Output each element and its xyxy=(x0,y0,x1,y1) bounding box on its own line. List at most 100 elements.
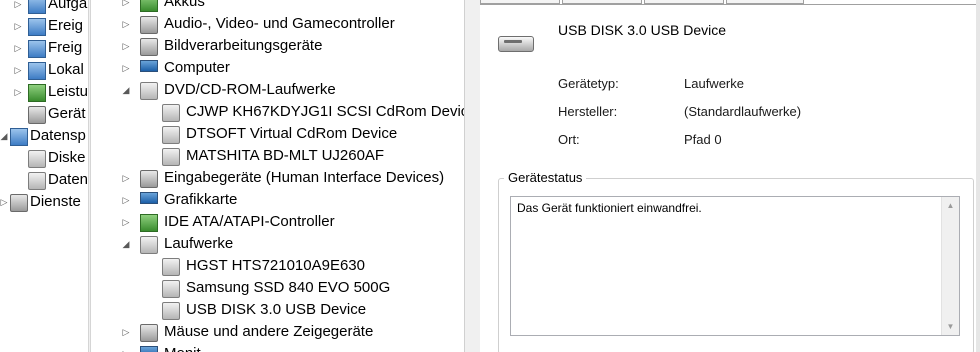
properties-pane: USB DISK 3.0 USB Device Gerätetyp: Laufw… xyxy=(480,0,980,352)
console-tree-item[interactable]: ▷ Aufga xyxy=(0,0,88,15)
device-tree-label: DVD/CD-ROM-Laufwerke xyxy=(164,81,336,98)
console-tree-item[interactable]: Diske xyxy=(0,147,88,169)
expand-arrow-icon[interactable]: ▷ xyxy=(122,0,130,13)
expand-arrow-icon[interactable]: ▷ xyxy=(0,191,8,213)
expand-arrow-icon[interactable]: ▷ xyxy=(122,189,130,211)
device-tree-item[interactable]: ▷ Monit xyxy=(92,343,464,352)
status-scrollbar[interactable]: ▲ ▼ xyxy=(941,197,959,335)
device-tree-item[interactable]: ▷ Grafikkarte xyxy=(92,189,464,211)
device-type-label: Gerätetyp: xyxy=(558,76,619,91)
expand-arrow-icon[interactable]: ▷ xyxy=(122,321,130,343)
device-name: USB DISK 3.0 USB Device xyxy=(558,22,727,38)
device-tree-label: MATSHITA BD-MLT UJ260AF xyxy=(186,147,385,164)
tab-volumes[interactable] xyxy=(644,0,724,4)
console-tree-label: Dienste xyxy=(30,193,81,210)
tab-general[interactable] xyxy=(480,0,560,4)
console-tree-item[interactable]: ▷ Ereig xyxy=(0,15,88,37)
console-tree-item[interactable]: Daten xyxy=(0,169,88,191)
services-icon xyxy=(10,194,28,212)
device-tree-item[interactable]: ▷ Eingabegeräte (Human Interface Devices) xyxy=(92,167,464,189)
expand-arrow-icon[interactable]: ▷ xyxy=(14,37,22,59)
device-tree-item[interactable]: ▷ Audio-, Video- und Gamecontroller xyxy=(92,13,464,35)
expand-arrow-icon[interactable]: ▷ xyxy=(122,57,130,79)
console-tree-item[interactable]: ◢ Datensp xyxy=(0,125,88,147)
expand-arrow-icon[interactable]: ▷ xyxy=(14,81,22,103)
device-tree-pane[interactable]: ▷ Akkus ▷ Audio-, Video- und Gamecontroller… xyxy=(92,0,464,352)
console-tree-item[interactable]: ▷ Dienste xyxy=(0,191,88,213)
pane-splitter[interactable] xyxy=(464,0,480,352)
device-tree-item[interactable]: ▷ Computer xyxy=(92,57,464,79)
console-tree-pane[interactable]: ▷ Aufga ▷ Ereig ▷ Freig ▷ Lokal ▷ Leistu Gerät ◢ Dat… xyxy=(0,0,88,352)
console-tree-item[interactable]: ▷ Leistu xyxy=(0,81,88,103)
cdrom-icon xyxy=(162,104,180,122)
usb-drive-icon xyxy=(498,36,534,52)
computer-icon xyxy=(140,60,158,72)
expand-arrow-icon[interactable]: ▷ xyxy=(122,35,130,57)
device-status-text: Das Gerät funktioniert einwandfrei. xyxy=(517,201,702,215)
console-tree-item[interactable]: Gerät xyxy=(0,103,88,125)
console-tree-item[interactable]: ▷ Lokal xyxy=(0,59,88,81)
device-tree-item[interactable]: ▷ Mäuse und andere Zeigegeräte xyxy=(92,321,464,343)
device-tree-label: Akkus xyxy=(164,0,205,10)
device-tree-label: Mäuse und andere Zeigegeräte xyxy=(164,323,374,340)
tab-strip xyxy=(480,0,980,5)
tab-driver[interactable] xyxy=(726,0,804,4)
device-tree-item[interactable]: Samsung SSD 840 EVO 500G xyxy=(92,277,464,299)
device-tree-item[interactable]: HGST HTS721010A9E630 xyxy=(92,255,464,277)
device-tree-item[interactable]: DTSOFT Virtual CdRom Device xyxy=(92,123,464,145)
device-tree-item[interactable]: CJWP KH67KDYJG1I SCSI CdRom Device xyxy=(92,101,464,123)
collapse-arrow-icon[interactable]: ◢ xyxy=(122,79,130,101)
device-tree-label: Eingabegeräte (Human Interface Devices) xyxy=(164,169,445,186)
device-tree-item[interactable]: ◢ DVD/CD-ROM-Laufwerke xyxy=(92,79,464,101)
console-tree-label: Aufga xyxy=(48,0,88,12)
device-tree-item[interactable]: ▷ Bildverarbeitungsgeräte xyxy=(92,35,464,57)
camera-icon xyxy=(140,38,158,56)
expand-arrow-icon[interactable]: ▷ xyxy=(14,15,22,37)
expand-arrow-icon[interactable]: ▷ xyxy=(122,211,130,233)
collapse-arrow-icon[interactable]: ◢ xyxy=(0,125,8,147)
location-label: Ort: xyxy=(558,132,580,147)
expand-arrow-icon[interactable]: ▷ xyxy=(122,13,130,35)
device-tree-item[interactable]: ▷ IDE ATA/ATAPI-Controller xyxy=(92,211,464,233)
device-tree-item[interactable]: MATSHITA BD-MLT UJ260AF xyxy=(92,145,464,167)
cdrom-icon xyxy=(162,126,180,144)
device-status-textbox[interactable]: Das Gerät funktioniert einwandfrei. ▲ ▼ xyxy=(510,196,960,336)
device-tree-label: Audio-, Video- und Gamecontroller xyxy=(164,15,395,32)
disk-drive-icon xyxy=(162,280,180,298)
expand-arrow-icon[interactable]: ▷ xyxy=(14,59,22,81)
device-tree-label: USB DISK 3.0 USB Device xyxy=(186,301,367,318)
expand-arrow-icon[interactable]: ▷ xyxy=(122,167,130,189)
device-tree-item[interactable]: ▷ Akkus xyxy=(92,0,464,13)
device-tree-label: Computer xyxy=(164,59,230,76)
scroll-up-icon[interactable]: ▲ xyxy=(942,197,959,214)
device-type-value: Laufwerke xyxy=(684,76,744,91)
console-tree-label: Lokal xyxy=(48,61,84,78)
device-tree-label: Grafikkarte xyxy=(164,191,238,208)
device-tree-item[interactable]: ◢ Laufwerke xyxy=(92,233,464,255)
console-tree-label: Freig xyxy=(48,39,83,56)
storage-icon xyxy=(10,128,28,146)
battery-icon xyxy=(140,0,158,12)
expand-arrow-icon[interactable]: ▷ xyxy=(14,0,22,15)
tab-policies[interactable] xyxy=(562,0,642,4)
device-manager-icon xyxy=(28,106,46,124)
device-tree-label: DTSOFT Virtual CdRom Device xyxy=(186,125,398,142)
shared-folder-icon xyxy=(28,40,46,58)
console-tree-label: Leistu xyxy=(48,83,88,100)
scroll-down-icon[interactable]: ▼ xyxy=(942,318,959,335)
device-tree-label: HGST HTS721010A9E630 xyxy=(186,257,365,274)
expand-arrow-icon[interactable]: ▷ xyxy=(122,343,130,352)
console-tree-item[interactable]: ▷ Freig xyxy=(0,37,88,59)
console-tree-label: Diske xyxy=(48,149,86,166)
cdrom-icon xyxy=(140,82,158,100)
location-value: Pfad 0 xyxy=(684,132,722,147)
window-edge xyxy=(976,0,980,352)
device-tree-label: IDE ATA/ATAPI-Controller xyxy=(164,213,335,230)
pane-splitter[interactable] xyxy=(88,0,91,352)
collapse-arrow-icon[interactable]: ◢ xyxy=(122,233,130,255)
device-tree-label: Bildverarbeitungsgeräte xyxy=(164,37,323,54)
device-tree-item[interactable]: USB DISK 3.0 USB Device xyxy=(92,299,464,321)
device-tree-label: Laufwerke xyxy=(164,235,234,252)
device-tree-label: Monit xyxy=(164,343,201,352)
users-icon xyxy=(28,62,46,80)
